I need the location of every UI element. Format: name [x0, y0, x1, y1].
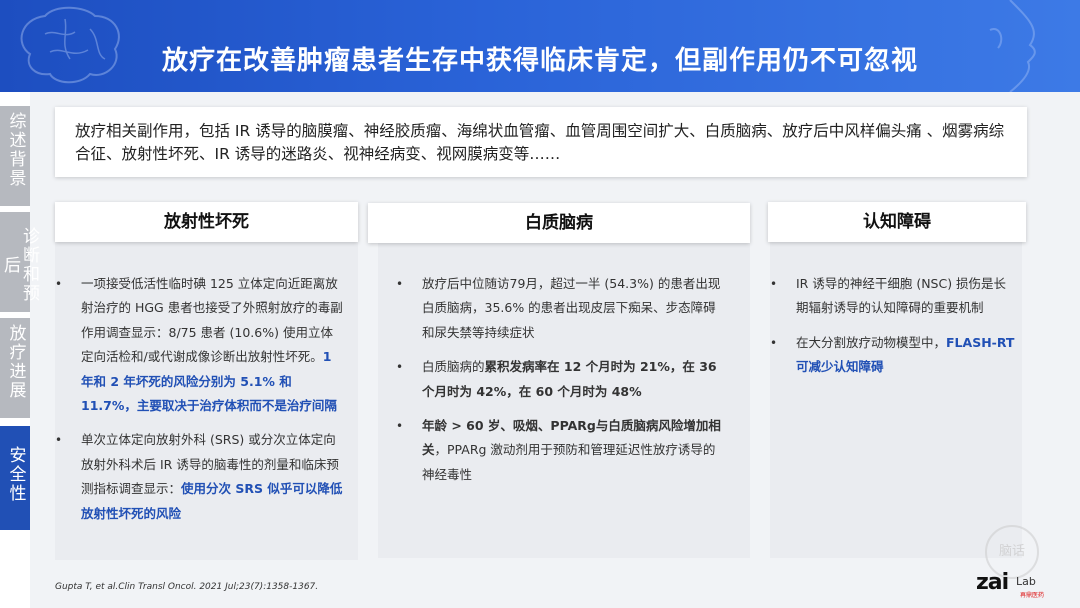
list-item: 放疗后中位随访79月，超过一半 (54.3%) 的患者出现白质脑病，35.6% … [396, 272, 726, 345]
intro-text: 放疗相关副作用，包括 IR 诱导的脑膜瘤、神经胶质瘤、海绵状血管瘤、血管周围空间… [75, 122, 1005, 163]
column-radiation-necrosis: 一项接受低活性临时碘 125 立体定向近距离放射治疗的 HGG 患者也接受了外照… [55, 240, 358, 560]
item-text: 一项接受低活性临时碘 125 立体定向近距离放射治疗的 HGG 患者也接受了外照… [81, 276, 343, 365]
sidebar-tab-label: 诊断和预后 [0, 227, 39, 303]
column-leukoencephalopathy: 放疗后中位随访79月，超过一半 (54.3%) 的患者出现白质脑病，35.6% … [378, 240, 750, 558]
header-banner: 放疗在改善肿瘤患者生存中获得临床肯定，但副作用仍不可忽视 [0, 0, 1080, 92]
column-heading: 白质脑病 [368, 203, 750, 243]
sidebar-tab-label: 安全性 [5, 446, 26, 503]
item-text: IR 诱导的神经干细胞 (NSC) 损伤是长期辐射诱导的认知障碍的重要机制 [796, 276, 1007, 316]
column-cognitive-impairment: IR 诱导的神经干细胞 (NSC) 损伤是长期辐射诱导的认知障碍的重要机制 在大… [770, 240, 1022, 558]
sidebar-tab-label: 综述背景 [5, 112, 26, 188]
sidebar-tab-safety[interactable]: 安全性 [0, 426, 30, 530]
sidebar-tab-progress[interactable]: 放疗进展 [0, 318, 30, 418]
column-heading: 认知障碍 [768, 202, 1026, 242]
page-title: 放疗在改善肿瘤患者生存中获得临床肯定，但副作用仍不可忽视 [161, 46, 918, 76]
logo-sub: Lab [1016, 575, 1036, 588]
list-item: IR 诱导的神经干细胞 (NSC) 损伤是长期辐射诱导的认知障碍的重要机制 [770, 272, 1015, 321]
item-text: 在大分割放疗动物模型中， [796, 334, 947, 350]
logo-cn: 再鼎医药 [1020, 592, 1045, 599]
list-item: 年龄 > 60 岁、吸烟、PPARg与白质脑病风险增加相关，PPARg 激动剂用… [396, 414, 726, 487]
item-text: ，PPARg 激动剂用于预防和管理延迟性放疗诱导的神经毒性 [422, 442, 716, 482]
list-item: 一项接受低活性临时碘 125 立体定向近距离放射治疗的 HGG 患者也接受了外照… [55, 272, 345, 418]
intro-box: 放疗相关副作用，包括 IR 诱导的脑膜瘤、神经胶质瘤、海绵状血管瘤、血管周围空间… [55, 107, 1027, 177]
column-heading: 放射性坏死 [55, 202, 358, 242]
citation: Gupta T, et al.Clin Transl Oncol. 2021 J… [55, 582, 319, 592]
list-item: 白质脑病的累积发病率在 12 个月时为 21%，在 36 个月时为 42%，在 … [396, 355, 726, 404]
sidebar-tab-diagnosis[interactable]: 诊断和预后 [0, 212, 39, 312]
sidebar-tab-background[interactable]: 综述背景 [0, 106, 30, 206]
sidebar-tab-label: 放疗进展 [5, 324, 26, 400]
item-text: 白质脑病的 [422, 359, 485, 375]
logo-text: zai [976, 570, 1009, 595]
list-item: 单次立体定向放射外科 (SRS) 或分次立体定向放射外科术后 IR 诱导的脑毒性… [55, 428, 345, 526]
item-text: 放疗后中位随访79月，超过一半 (54.3%) 的患者出现白质脑病，35.6% … [422, 276, 721, 340]
zai-lab-logo: zai Lab 再鼎医药 [976, 570, 1056, 600]
list-item: 在大分割放疗动物模型中，FLASH-RT可减少认知障碍 [770, 331, 1015, 380]
